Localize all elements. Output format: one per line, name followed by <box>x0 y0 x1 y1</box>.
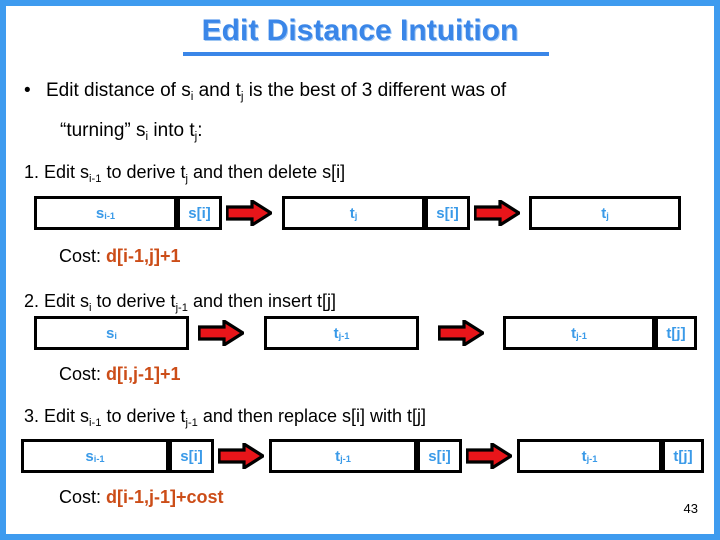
step-1-box-5: tj <box>529 196 681 230</box>
step-1-cost-formula: d[i-1,j]+1 <box>106 246 181 266</box>
step-1-heading-sub2: j <box>185 172 188 185</box>
step-3-cost-formula: d[i-1,j-1]+cost <box>106 487 224 507</box>
step-1-diagram-row: s i-1 s[i] tj s[i] tj <box>6 196 714 230</box>
step-1-box-4: s[i] <box>425 196 470 230</box>
step-3-box-6: t[j] <box>662 439 704 473</box>
step-3-box-2: s[i] <box>169 439 214 473</box>
step-1-box-2-label: s[i] <box>188 204 211 222</box>
step-3-cost-label: Cost: <box>59 487 102 507</box>
step-3-box-4-label: s[i] <box>428 447 451 465</box>
arrow-right-icon <box>226 200 272 226</box>
step-2-cost-label: Cost: <box>59 364 102 384</box>
step-2-diagram-row: si t j-1 t j-1 t[j] <box>6 316 714 350</box>
step-2-cost: Cost: d[i,j-1]+1 <box>59 364 181 385</box>
step-1-heading-part1: 1. Edit s <box>24 162 90 182</box>
arrow-right-icon <box>466 443 512 469</box>
bullet-line2-sub1: i <box>145 129 149 143</box>
step-1-heading: 1. Edit si-1 to derive tj and then delet… <box>24 162 346 185</box>
step-3-heading-part1: 3. Edit s <box>24 406 90 426</box>
step-3-box-5-sub: j-1 <box>586 453 598 464</box>
step-2-box-1-sub: i <box>114 330 117 341</box>
step-1-box-1: s i-1 <box>34 196 177 230</box>
step-2-heading-part2: to derive t <box>91 291 176 311</box>
bullet-marker: • <box>24 80 31 101</box>
bullet-paragraph: • Edit distance of si and tj is the best … <box>24 72 694 152</box>
arrow-right-icon <box>438 320 484 346</box>
step-2-box-4: t[j] <box>655 316 697 350</box>
step-1-box-4-label: s[i] <box>436 204 459 222</box>
page-number: 43 <box>683 501 698 516</box>
step-3-heading: 3. Edit si-1 to derive tj-1 and then rep… <box>24 406 427 429</box>
step-3-box-1: s i-1 <box>21 439 169 473</box>
arrow-right-icon <box>218 443 264 469</box>
step-1-heading-part2: to derive t <box>101 162 186 182</box>
step-2-heading-part1: 2. Edit s <box>24 291 90 311</box>
step-3-box-5: t j-1 <box>517 439 662 473</box>
step-1-heading-part3: and then delete s[i] <box>187 162 346 182</box>
bullet-line2-part1: “turning” s <box>60 120 146 141</box>
arrow-right-icon <box>198 320 244 346</box>
bullet-line2-part3: : <box>197 120 203 141</box>
step-3-diagram-row: s i-1 s[i] t j-1 s[i] t j-1 t[j] <box>6 439 714 473</box>
step-2-heading-sub1: i <box>89 301 92 314</box>
bullet-line2: “turning” si into tj: <box>24 112 694 152</box>
step-3-box-4: s[i] <box>417 439 462 473</box>
step-1-box-3: tj <box>282 196 425 230</box>
step-3-heading-sub2: j-1 <box>185 416 198 429</box>
step-3-cost: Cost: d[i-1,j-1]+cost <box>59 487 224 508</box>
step-3-box-3-sub: j-1 <box>340 453 351 464</box>
step-2-cost-formula: d[i,j-1]+1 <box>106 364 181 384</box>
bullet-line1-part3: is the best of 3 different was of <box>243 80 507 101</box>
step-2-box-2: t j-1 <box>264 316 419 350</box>
step-1-box-1-main: s <box>95 204 105 222</box>
slide-canvas: Edit Distance Intuition • Edit distance o… <box>0 0 720 540</box>
step-3-box-3: t j-1 <box>269 439 417 473</box>
bullet-line2-sub2: j <box>194 129 198 143</box>
step-1-cost-label: Cost: <box>59 246 102 266</box>
step-1-box-2: s[i] <box>177 196 222 230</box>
step-2-box-2-sub: j-1 <box>338 330 350 341</box>
step-3-box-6-label: t[j] <box>673 447 693 465</box>
step-3-box-1-sub: i-1 <box>93 453 105 464</box>
bullet-line1-sub1: i <box>190 89 194 103</box>
page-title: Edit Distance Intuition <box>201 14 519 47</box>
step-2-box-4-label: t[j] <box>666 324 686 342</box>
step-1-box-3-sub: j <box>354 210 358 221</box>
bullet-line1-part1: Edit distance of s <box>46 80 191 101</box>
step-3-heading-part3: and then replace s[i] with t[j] <box>197 406 427 426</box>
step-3-box-1-main: s <box>85 447 94 465</box>
step-3-box-2-label: s[i] <box>180 447 203 465</box>
bullet-line2-part2: into t <box>148 120 195 141</box>
step-2-heading-part3: and then insert t[j] <box>187 291 337 311</box>
step-1-box-5-sub: j <box>606 210 609 221</box>
step-2-box-3: t j-1 <box>503 316 655 350</box>
step-2-box-1: si <box>34 316 189 350</box>
bullet-line1-sub2: j <box>240 89 244 103</box>
arrow-right-icon <box>474 200 520 226</box>
step-2-heading-sub2: j-1 <box>175 301 188 314</box>
step-1-cost: Cost: d[i-1,j]+1 <box>59 246 181 267</box>
step-2-box-3-sub: j-1 <box>576 330 587 341</box>
step-1-box-1-sub: i-1 <box>104 210 116 221</box>
step-2-heading: 2. Edit si to derive tj-1 and then inser… <box>24 291 337 314</box>
step-1-heading-sub1: i-1 <box>89 172 102 185</box>
step-3-heading-part2: to derive t <box>101 406 186 426</box>
title-underline <box>183 52 549 56</box>
bullet-line1-part2: and t <box>193 80 241 101</box>
step-3-heading-sub1: i-1 <box>89 416 102 429</box>
step-2-box-1-main: s <box>106 324 115 342</box>
